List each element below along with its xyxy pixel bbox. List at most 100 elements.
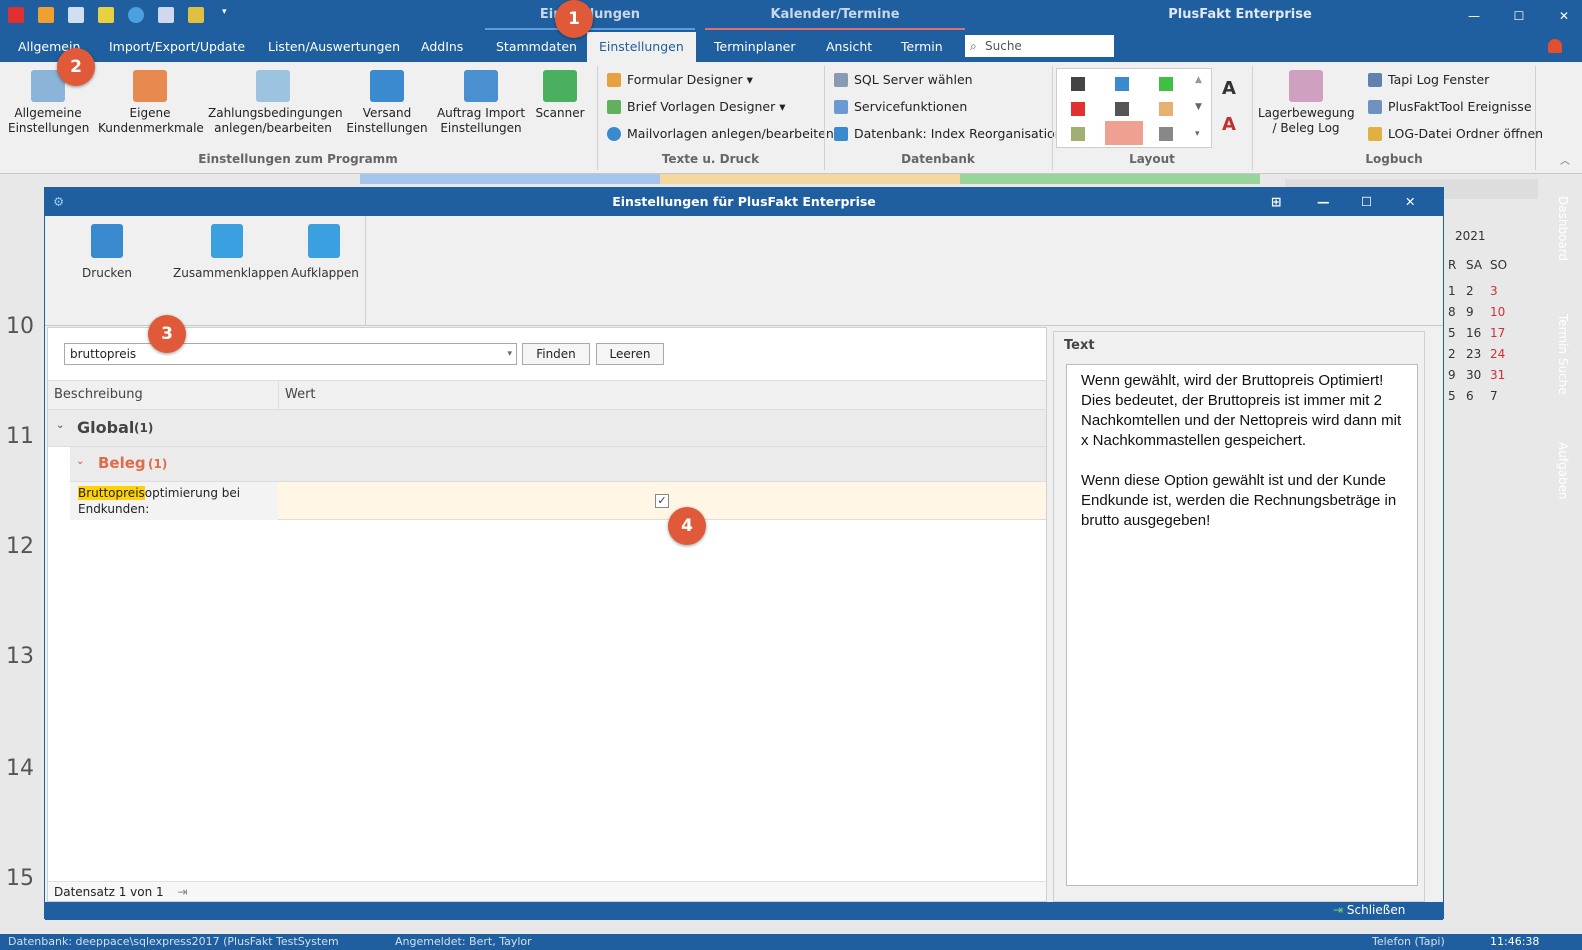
tab-einstellungen[interactable]: Einstellungen [587, 32, 696, 62]
table-row[interactable]: Bruttopreisoptimierung bei Endkunden: ✓ [70, 482, 1046, 520]
chevron-up-icon[interactable]: ▲ [1195, 75, 1202, 85]
calendar-day[interactable]: 2 [1448, 347, 1456, 361]
next-record-icon[interactable]: ⇥ [178, 885, 188, 899]
quick-access-icon[interactable] [38, 7, 54, 23]
calendar-day[interactable]: 5 [1448, 389, 1456, 403]
tab-terminplaner[interactable]: Terminplaner [708, 32, 802, 62]
maximize-button[interactable]: ☐ [1361, 188, 1372, 216]
formular-designer-button[interactable]: Formular Designer ▾ [605, 71, 753, 89]
chevron-down-icon[interactable]: ⌄ [56, 420, 64, 431]
tapi-log-button[interactable]: Tapi Log Fenster [1366, 71, 1489, 89]
dropdown-arrow-icon[interactable]: ▾ [507, 344, 512, 364]
layout-icon[interactable] [1071, 102, 1085, 116]
settings-search-input[interactable]: bruttopreis ▾ [64, 343, 517, 365]
calendar-day[interactable]: 16 [1466, 326, 1481, 340]
help-icon[interactable] [128, 7, 144, 23]
context-tab-kalender: Kalender/Termine [705, 0, 965, 30]
quick-access-icon[interactable] [188, 7, 204, 23]
versand-button[interactable]: Versand Einstellungen [344, 70, 430, 136]
calendar-day[interactable]: 8 [1448, 305, 1456, 319]
calendar-day[interactable]: 23 [1466, 347, 1481, 361]
group-row-beleg[interactable]: ⌄ Beleg (1) [70, 447, 1046, 482]
restore-icon[interactable]: ⊞ [1271, 188, 1281, 216]
font-decrease-icon[interactable]: A [1222, 114, 1236, 135]
finden-button[interactable]: Finden [522, 343, 590, 365]
calendar-day[interactable]: 9 [1448, 368, 1456, 382]
calendar-day[interactable]: 1 [1448, 284, 1456, 298]
search-input[interactable]: ⌕ Suche [965, 35, 1114, 57]
calendar-day[interactable]: 24 [1490, 347, 1505, 361]
layout-icon[interactable] [1115, 77, 1129, 91]
minimize-button[interactable]: — [1317, 188, 1330, 216]
group-row-global[interactable]: ⌄ Global (1) [48, 410, 1046, 447]
chevron-down-icon[interactable]: ⌄ [76, 456, 84, 467]
sidebar-tab-dashboard[interactable]: Dashboard [1556, 196, 1570, 261]
setting-label: Bruttopreisoptimierung bei Endkunden: [70, 482, 278, 520]
tab-ansicht[interactable]: Ansicht [820, 32, 878, 62]
notification-icon[interactable] [1548, 39, 1562, 53]
column-header-beschreibung[interactable]: Beschreibung [54, 387, 143, 402]
layout-icon[interactable] [1159, 102, 1173, 116]
auftrag-import-button[interactable]: Auftrag Import Einstellungen [434, 70, 528, 136]
quick-access-icon[interactable] [158, 7, 174, 23]
calendar-day[interactable]: 7 [1490, 389, 1498, 403]
zahlungsbedingungen-button[interactable]: Zahlungsbedingungen anlegen/bearbeiten [208, 70, 343, 136]
calendar-day[interactable]: 3 [1490, 284, 1498, 298]
brief-vorlagen-button[interactable]: Brief Vorlagen Designer ▾ [605, 98, 786, 116]
sidebar-tab-termin-suche[interactable]: Termin Suche [1556, 314, 1570, 395]
log-ordner-button[interactable]: LOG-Datei Ordner öffnen [1366, 125, 1543, 143]
layout-icon[interactable] [1159, 77, 1173, 91]
quick-access-icon[interactable] [68, 7, 84, 23]
group-label-texte: Texte u. Druck [661, 152, 760, 166]
aufklappen-button[interactable]: Aufklappen [291, 224, 359, 280]
schliessen-button[interactable]: ⇥ Schließen [1333, 903, 1405, 917]
ereignisse-button[interactable]: PlusFaktTool Ereignisse [1366, 98, 1532, 116]
calendar-day[interactable]: 31 [1490, 368, 1505, 382]
tab-import-export[interactable]: Import/Export/Update [103, 32, 251, 62]
font-increase-icon[interactable]: A [1222, 78, 1236, 99]
layout-icon[interactable] [1071, 77, 1085, 91]
kundenmerkmale-button[interactable]: Eigene Kundenmerkmale [98, 70, 204, 136]
gallery-expand-icon[interactable]: ▾ [1195, 129, 1200, 139]
layout-icon[interactable] [1115, 102, 1129, 116]
index-reorganisation-button[interactable]: Datenbank: Index Reorganisation [832, 125, 1063, 143]
close-button[interactable]: ✕ [1550, 4, 1578, 28]
ribbon-collapse-icon[interactable]: ︿ [1560, 152, 1570, 167]
dialog-toolbar: Drucken Zusammenklappen Aufklappen [45, 216, 1443, 326]
lagerbewegung-button[interactable]: Lagerbewegung / Beleg Log [1258, 70, 1355, 136]
column-header-wert[interactable]: Wert [285, 387, 316, 402]
quick-access-icon[interactable] [98, 7, 114, 23]
maximize-button[interactable]: ☐ [1505, 4, 1533, 28]
chevron-down-icon[interactable]: ▼ [1195, 102, 1202, 112]
servicefunktionen-button[interactable]: Servicefunktionen [832, 98, 967, 116]
scanner-button[interactable]: Scanner [532, 70, 588, 121]
sidebar-tab-aufgaben[interactable]: Aufgaben [1556, 442, 1570, 500]
chevron-down-icon[interactable]: ▾ [222, 7, 232, 23]
layout-icon[interactable] [1071, 127, 1085, 141]
zusammenklappen-button[interactable]: Zusammenklappen [173, 224, 289, 280]
tab-termin[interactable]: Termin [895, 32, 949, 62]
tab-addins[interactable]: AddIns [415, 32, 469, 62]
minimize-button[interactable]: — [1460, 4, 1488, 28]
sql-server-button[interactable]: SQL Server wählen [832, 71, 973, 89]
calendar-day[interactable]: 9 [1466, 305, 1474, 319]
leeren-button[interactable]: Leeren [596, 343, 664, 365]
close-button[interactable]: ✕ [1405, 188, 1415, 216]
calendar-day[interactable]: 6 [1466, 389, 1474, 403]
layout-gallery[interactable]: ▲ ▼ ▾ [1056, 68, 1212, 148]
layout-icon[interactable] [1159, 127, 1173, 141]
settings-grid-pane: bruttopreis ▾ Finden Leeren Beschreibung … [47, 327, 1047, 902]
setting-checkbox[interactable]: ✓ [655, 494, 669, 508]
tab-listen[interactable]: Listen/Auswertungen [262, 32, 406, 62]
calendar-day[interactable]: 10 [1490, 305, 1505, 319]
calendar-day[interactable]: 30 [1466, 368, 1481, 382]
mailvorlagen-button[interactable]: Mailvorlagen anlegen/bearbeiten [605, 125, 834, 143]
layout-icon-selected[interactable] [1105, 121, 1143, 145]
ribbon-tabs: Allgemein Import/Export/Update Listen/Au… [0, 32, 1582, 62]
dialog-statusbar: ⇥ Schließen [45, 902, 1443, 920]
calendar-day[interactable]: 17 [1490, 326, 1505, 340]
calendar-day[interactable]: 5 [1448, 326, 1456, 340]
calendar-day[interactable]: 2 [1466, 284, 1474, 298]
calendar-year[interactable]: 2021 [1455, 229, 1486, 243]
drucken-button[interactable]: Drucken [81, 224, 133, 280]
